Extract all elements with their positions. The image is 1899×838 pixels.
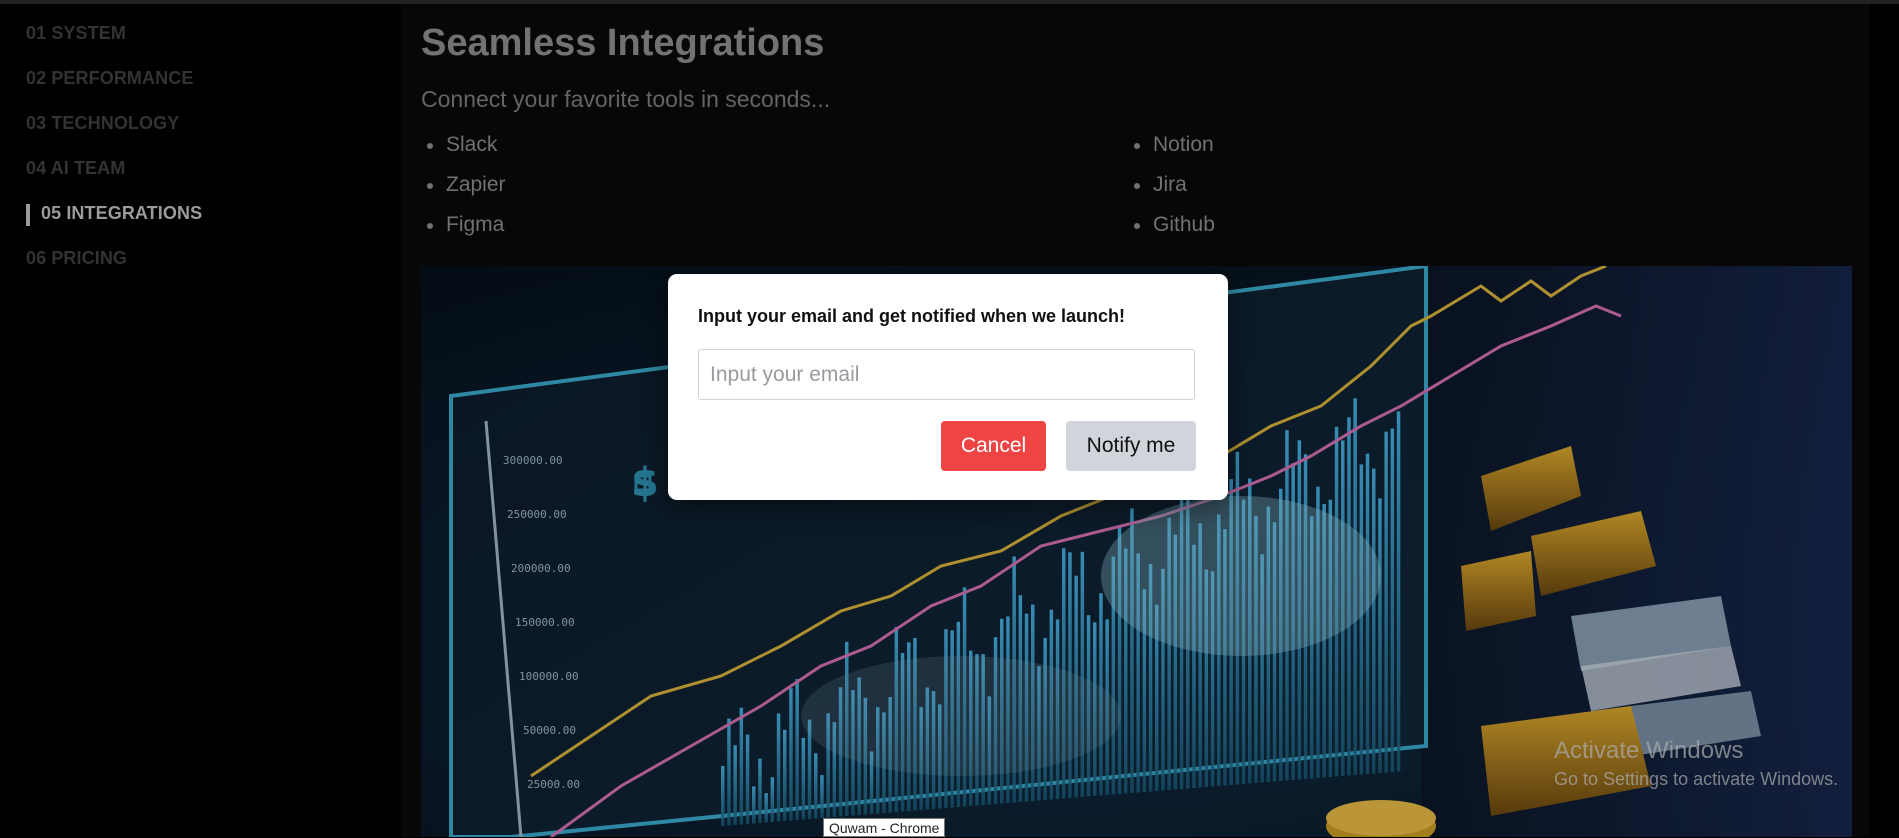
sidebar-item-label: 06 PRICING bbox=[26, 248, 128, 268]
hero-graphic-bar bbox=[783, 729, 787, 821]
hero-graphic-bar bbox=[1359, 464, 1364, 775]
svg-text:25000.00: 25000.00 bbox=[527, 778, 580, 791]
sidebar-item-integrations[interactable]: 05 INTEGRATIONS bbox=[26, 203, 203, 226]
hero-graphic-bar bbox=[1080, 551, 1085, 797]
hero-graphic-bar bbox=[758, 758, 762, 823]
hero-graphic-bar bbox=[745, 734, 750, 824]
sidebar-item-label: 03 TECHNOLOGY bbox=[26, 113, 180, 133]
sidebar-item-label: 04 AI TEAM bbox=[26, 158, 126, 178]
hero-graphic-bar bbox=[795, 679, 799, 820]
hero-graphic-bar bbox=[764, 793, 768, 823]
svg-text:200000.00: 200000.00 bbox=[511, 562, 571, 575]
hero-graphic-bar bbox=[814, 753, 818, 819]
list-item: Slack bbox=[421, 130, 506, 170]
svg-text:100000.00: 100000.00 bbox=[519, 670, 579, 683]
page-subtitle: Connect your favorite tools in seconds..… bbox=[421, 86, 831, 112]
integrations-list-right: Notion Jira Github bbox=[1128, 130, 1215, 250]
list-item: Notion bbox=[1128, 130, 1215, 170]
email-input[interactable] bbox=[698, 349, 1195, 400]
sidebar-item-ai-team[interactable]: 04 AI TEAM bbox=[26, 158, 125, 179]
hero-graphic-bar bbox=[776, 713, 781, 822]
notify-me-button[interactable]: Notify me bbox=[1066, 421, 1196, 471]
hero-graphic-bar bbox=[1390, 428, 1395, 772]
svg-text:150000.00: 150000.00 bbox=[515, 616, 575, 629]
sidebar-item-pricing[interactable]: 06 PRICING bbox=[26, 248, 127, 269]
hero-graphic-bar bbox=[820, 775, 824, 818]
sidebar-nav: 01 SYSTEM 02 PERFORMANCE 03 TECHNOLOGY 0… bbox=[0, 4, 400, 837]
notify-modal: Input your email and get notified when w… bbox=[668, 274, 1228, 500]
sidebar-item-label: 05 INTEGRATIONS bbox=[41, 203, 203, 223]
hero-graphic-bar bbox=[801, 737, 806, 820]
hero-graphic-bar bbox=[733, 745, 737, 825]
hero-graphic-bar bbox=[789, 688, 793, 821]
hero-graphic-bar bbox=[752, 786, 756, 824]
window-right-edge bbox=[1870, 4, 1899, 837]
hero-graphic-bar bbox=[1396, 411, 1401, 772]
integrations-list-left: Slack Zapier Figma bbox=[421, 130, 506, 250]
svg-text:50000.00: 50000.00 bbox=[523, 724, 576, 737]
hero-graphic-bar bbox=[1372, 468, 1376, 774]
svg-text:250000.00: 250000.00 bbox=[507, 508, 567, 521]
hero-graphic-bar bbox=[770, 777, 775, 822]
hero-graphic-bar bbox=[727, 718, 731, 826]
hero-graphic-bar bbox=[721, 766, 725, 826]
sidebar-item-label: 01 SYSTEM bbox=[26, 23, 126, 43]
modal-title: Input your email and get notified when w… bbox=[698, 306, 1126, 326]
hero-graphic-bar bbox=[1378, 498, 1382, 773]
list-item: Zapier bbox=[421, 170, 506, 210]
active-indicator bbox=[26, 204, 30, 226]
sidebar-item-performance[interactable]: 02 PERFORMANCE bbox=[26, 68, 193, 89]
sidebar-item-label: 02 PERFORMANCE bbox=[26, 68, 194, 88]
page-title: Seamless Integrations bbox=[421, 22, 825, 64]
list-item: Github bbox=[1128, 210, 1215, 250]
hero-graphic-bar bbox=[739, 707, 744, 825]
list-item: Figma bbox=[421, 210, 506, 250]
sidebar-item-system[interactable]: 01 SYSTEM bbox=[26, 23, 126, 44]
taskbar-tooltip: Quwam - Chrome bbox=[823, 818, 946, 837]
svg-text:300000.00: 300000.00 bbox=[503, 454, 563, 467]
activate-windows-watermark: Activate Windows Go to Settings to activ… bbox=[1554, 736, 1838, 792]
watermark-subtitle: Go to Settings to activate Windows. bbox=[1554, 769, 1839, 789]
hero-graphic-bar bbox=[1365, 453, 1370, 774]
list-item: Jira bbox=[1128, 170, 1215, 210]
hero-graphic-bar bbox=[1384, 431, 1388, 773]
watermark-title: Activate Windows bbox=[1554, 737, 1744, 764]
cancel-button[interactable]: Cancel bbox=[941, 421, 1046, 471]
sidebar-item-technology[interactable]: 03 TECHNOLOGY bbox=[26, 113, 179, 134]
